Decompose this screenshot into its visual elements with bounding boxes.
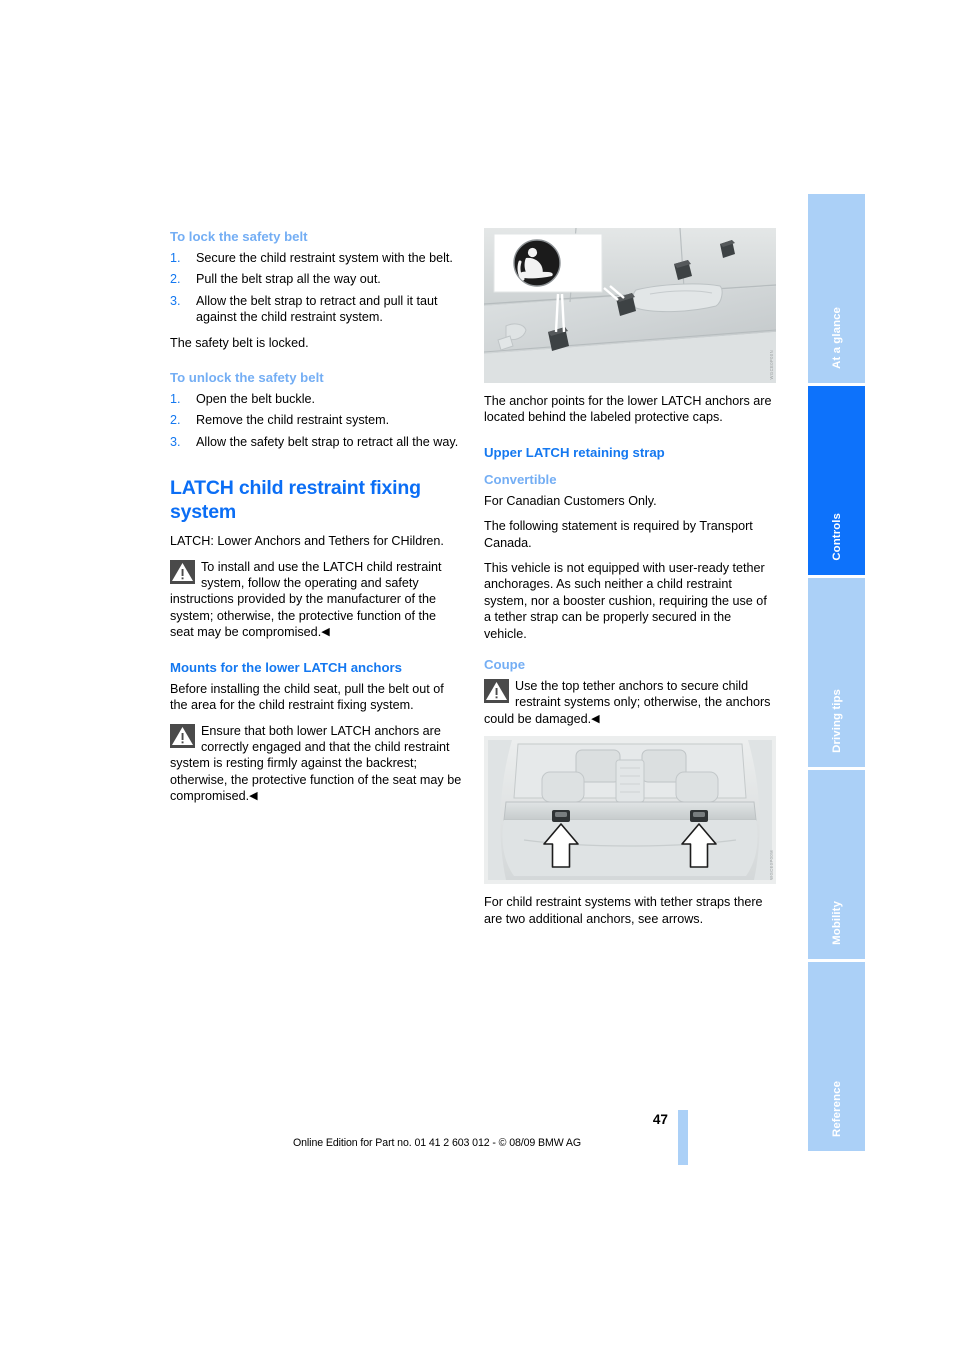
list-item: 3. Allow the belt strap to retract and p… <box>170 293 462 326</box>
heading-to-lock-safety-belt: To lock the safety belt <box>170 229 308 244</box>
page-marker-bar <box>678 1110 688 1165</box>
list-item: 2. Pull the belt strap all the way out. <box>170 271 462 287</box>
right-column: WGCE0P00N The anchor points for the lowe… <box>484 228 776 936</box>
warning-end-mark: ◀ <box>321 626 330 639</box>
tab-label: Mobility <box>830 901 843 945</box>
sidebar-item-reference[interactable]: Reference <box>808 962 865 1151</box>
figure-caption-lower-anchors: The anchor points for the lower LATCH an… <box>484 394 772 425</box>
mounts-intro-text: Before installing the child seat, pull t… <box>170 681 444 713</box>
list-item: 3. Allow the safety belt strap to retrac… <box>170 434 462 450</box>
figure-lower-latch-anchors: WGCE0P00N <box>484 228 776 383</box>
step-number: 2. <box>170 272 181 287</box>
tab-label: Driving tips <box>830 689 843 753</box>
step-number: 1. <box>170 392 181 407</box>
step-number: 3. <box>170 434 181 449</box>
step-number: 2. <box>170 413 181 428</box>
list-item: 1. Secure the child restraint system wit… <box>170 250 462 266</box>
latch-intro-text: LATCH: Lower Anchors and Tethers for CHi… <box>170 534 444 549</box>
tab-label: At a glance <box>830 307 843 369</box>
warning-end-mark: ◀ <box>249 790 258 803</box>
tab-label: Controls <box>830 513 843 561</box>
step-text: Pull the belt strap all the way out. <box>196 272 381 287</box>
step-text: Allow the safety belt strap to retract a… <box>196 434 459 449</box>
step-text: Allow the belt strap to retract and pull… <box>196 293 438 325</box>
step-text: Remove the child restraint system. <box>196 413 390 428</box>
figure-caption-tether-anchors: For child restraint systems with tether … <box>484 895 763 926</box>
step-number: 3. <box>170 293 181 308</box>
sidebar-item-at-a-glance[interactable]: At a glance <box>808 194 865 383</box>
list-item: 2. Remove the child restraint system. <box>170 412 462 428</box>
heading-convertible: Convertible <box>484 471 557 487</box>
warning-lower-anchors-engaged: Ensure that both lower LATCH anchors are… <box>170 723 462 805</box>
heading-to-unlock-safety-belt: To unlock the safety belt <box>170 370 324 386</box>
page-title: LATCH child restraint fixing system <box>170 477 421 524</box>
figure-reference-code: WGCE0P00M <box>769 850 774 881</box>
warning-triangle-icon <box>170 559 195 584</box>
step-number: 1. <box>170 251 181 265</box>
unlock-steps-list: 1. Open the belt buckle. 2. Remove the c… <box>170 391 462 450</box>
convertible-paragraph: This vehicle is not equipped with user-r… <box>484 561 767 641</box>
figure-top-tether-anchors: WGCE0P00M <box>484 736 776 885</box>
heading-upper-latch-retaining-strap: Upper LATCH retaining strap <box>484 444 665 460</box>
step-text: Open the belt buckle. <box>196 392 316 407</box>
warning-triangle-icon <box>170 723 195 748</box>
sidebar-item-driving-tips[interactable]: Driving tips <box>808 578 865 767</box>
lock-steps-list: 1. Secure the child restraint system wit… <box>170 250 462 326</box>
warning-triangle-icon <box>484 679 509 704</box>
step-text: Secure the child restraint system with t… <box>196 251 453 265</box>
convertible-paragraph: The following statement is required by T… <box>484 519 753 550</box>
footer-legal-text: Online Edition for Part no. 01 41 2 603 … <box>293 1137 582 1149</box>
page-footer: 47 Online Edition for Part no. 01 41 2 6… <box>0 1110 954 1167</box>
heading-mounts-lower-latch-anchors: Mounts for the lower LATCH anchors <box>170 659 403 675</box>
warning-text: To install and use the LATCH child restr… <box>170 559 442 640</box>
warning-latch-install: To install and use the LATCH child restr… <box>170 559 462 641</box>
page-number: 47 <box>652 1112 668 1127</box>
figure-reference-code: WGCE0P00N <box>769 349 774 379</box>
list-item: 1. Open the belt buckle. <box>170 391 462 407</box>
heading-coupe: Coupe <box>484 657 526 673</box>
convertible-paragraph: For Canadian Customers Only. <box>484 493 657 508</box>
lock-closing-text: The safety belt is locked. <box>170 335 309 350</box>
sidebar-item-mobility[interactable]: Mobility <box>808 770 865 959</box>
warning-text: Ensure that both lower LATCH anchors are… <box>170 723 462 804</box>
child-seat-symbol <box>513 239 561 287</box>
section-tab-strip: At a glance Controls Driving tips Mobili… <box>808 194 865 1154</box>
warning-top-tether-anchors: Use the top tether anchors to secure chi… <box>484 678 776 727</box>
manual-page: To lock the safety belt 1. Secure the ch… <box>0 0 954 1350</box>
sidebar-item-controls[interactable]: Controls <box>808 386 865 575</box>
left-column: To lock the safety belt 1. Secure the ch… <box>170 228 462 814</box>
warning-text: Use the top tether anchors to secure chi… <box>484 679 771 726</box>
warning-end-mark: ◀ <box>591 712 600 725</box>
